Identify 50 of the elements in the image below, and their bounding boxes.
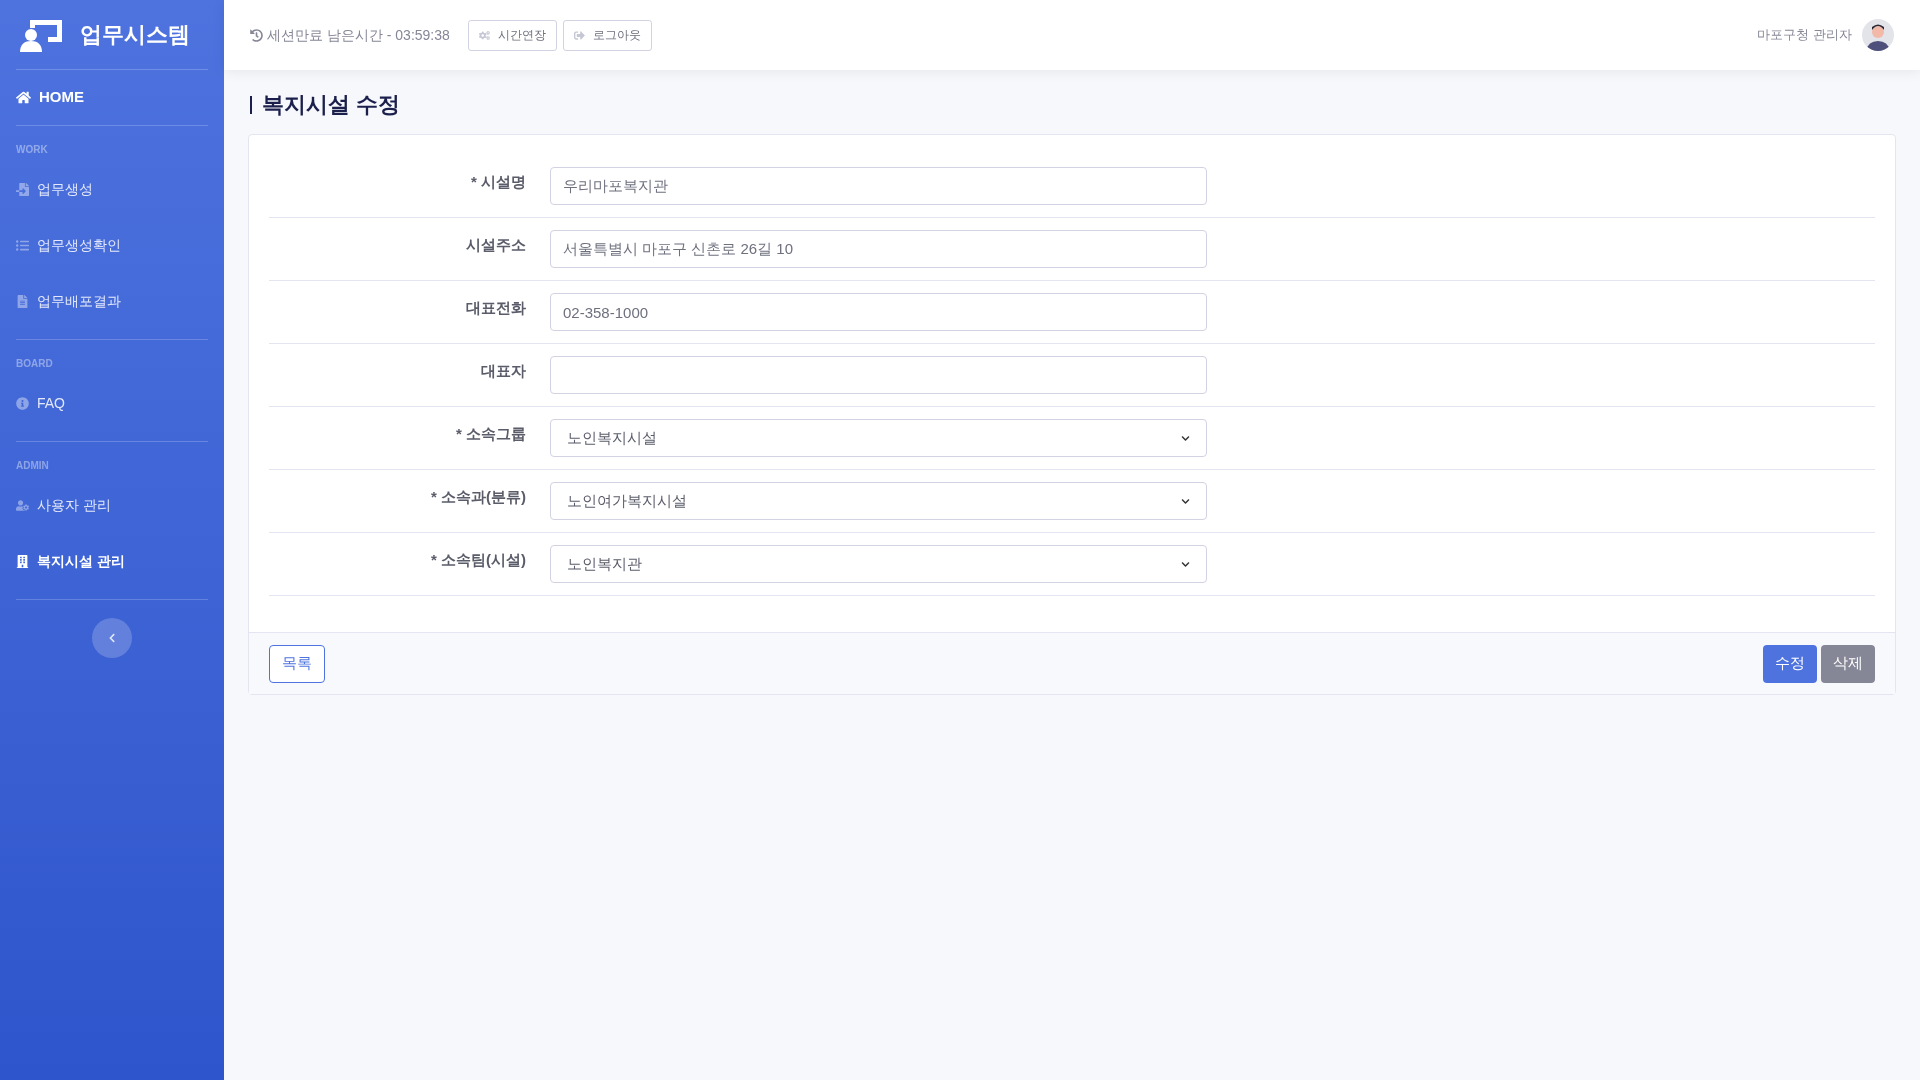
field-label: * 소속그룹 [455,424,527,444]
sidebar-item[interactable]: 업무배포결과 [16,273,208,329]
sidebar-item[interactable]: 사용자 관리 [16,477,208,533]
field-label: 시설주소 [465,235,527,255]
field-label: 대표전화 [465,298,527,318]
section-heading: BOARD [16,357,54,371]
home-icon [16,90,31,105]
gears-icon [478,29,490,41]
field-label: * 소속과(분류) [430,487,527,507]
edit-button[interactable]: 수정 [1763,644,1817,683]
field-label: * 소속팀(시설) [430,550,527,570]
history-icon [250,28,263,42]
chevron-left-icon [107,633,117,643]
sidebar-item[interactable]: FAQ [16,375,208,431]
select-field[interactable]: 노인복지시설 [550,419,1207,457]
session-timer: 세션만료 남은시간 - 03:59:38 [267,25,450,45]
home-link[interactable]: HOME [16,70,208,126]
list-button[interactable]: 목록 [269,644,325,683]
brand-title: 업무시스템 [80,21,190,49]
sidebar-item[interactable]: 복지시설 관리 [16,533,208,589]
text-field[interactable]: 서울특별시 마포구 신촌로 26길 10 [550,230,1207,268]
select-field[interactable]: 노인복지관 [550,545,1207,583]
page-title: 복지시설 수정 [250,96,1896,114]
field-label: 대표자 [480,361,527,381]
file-icon [16,182,29,196]
avatar-icon [1862,19,1894,51]
topbar-button[interactable]: 로그아웃 [562,19,652,51]
section-heading: ADMIN [16,459,50,473]
logo-icon [20,17,64,52]
text-field[interactable]: 02-358-1000 [550,293,1207,331]
section-heading: WORK [16,143,49,157]
text-field[interactable]: 우리마포복지관 [550,167,1207,205]
list-icon [16,238,29,252]
sidebar-item[interactable]: 업무생성확인 [16,217,208,273]
text-field[interactable] [550,356,1207,394]
chevron-down-icon [1181,496,1190,506]
chevron-down-icon [1181,559,1190,569]
document-icon [16,294,29,308]
field-label: * 시설명 [470,172,527,192]
delete-button[interactable]: 삭제 [1821,644,1875,683]
user-name: 마포구청 관리자 [1757,26,1852,45]
logout-icon [573,29,585,41]
info-icon [16,396,29,410]
user-gear-icon [16,498,29,512]
topbar-button[interactable]: 시간연장 [467,19,557,51]
sidebar-item[interactable]: 업무생성 [16,161,208,217]
building-icon [16,554,29,568]
select-field[interactable]: 노인여가복지시설 [550,482,1207,520]
collapse-button[interactable] [92,618,132,658]
chevron-down-icon [1181,433,1190,443]
